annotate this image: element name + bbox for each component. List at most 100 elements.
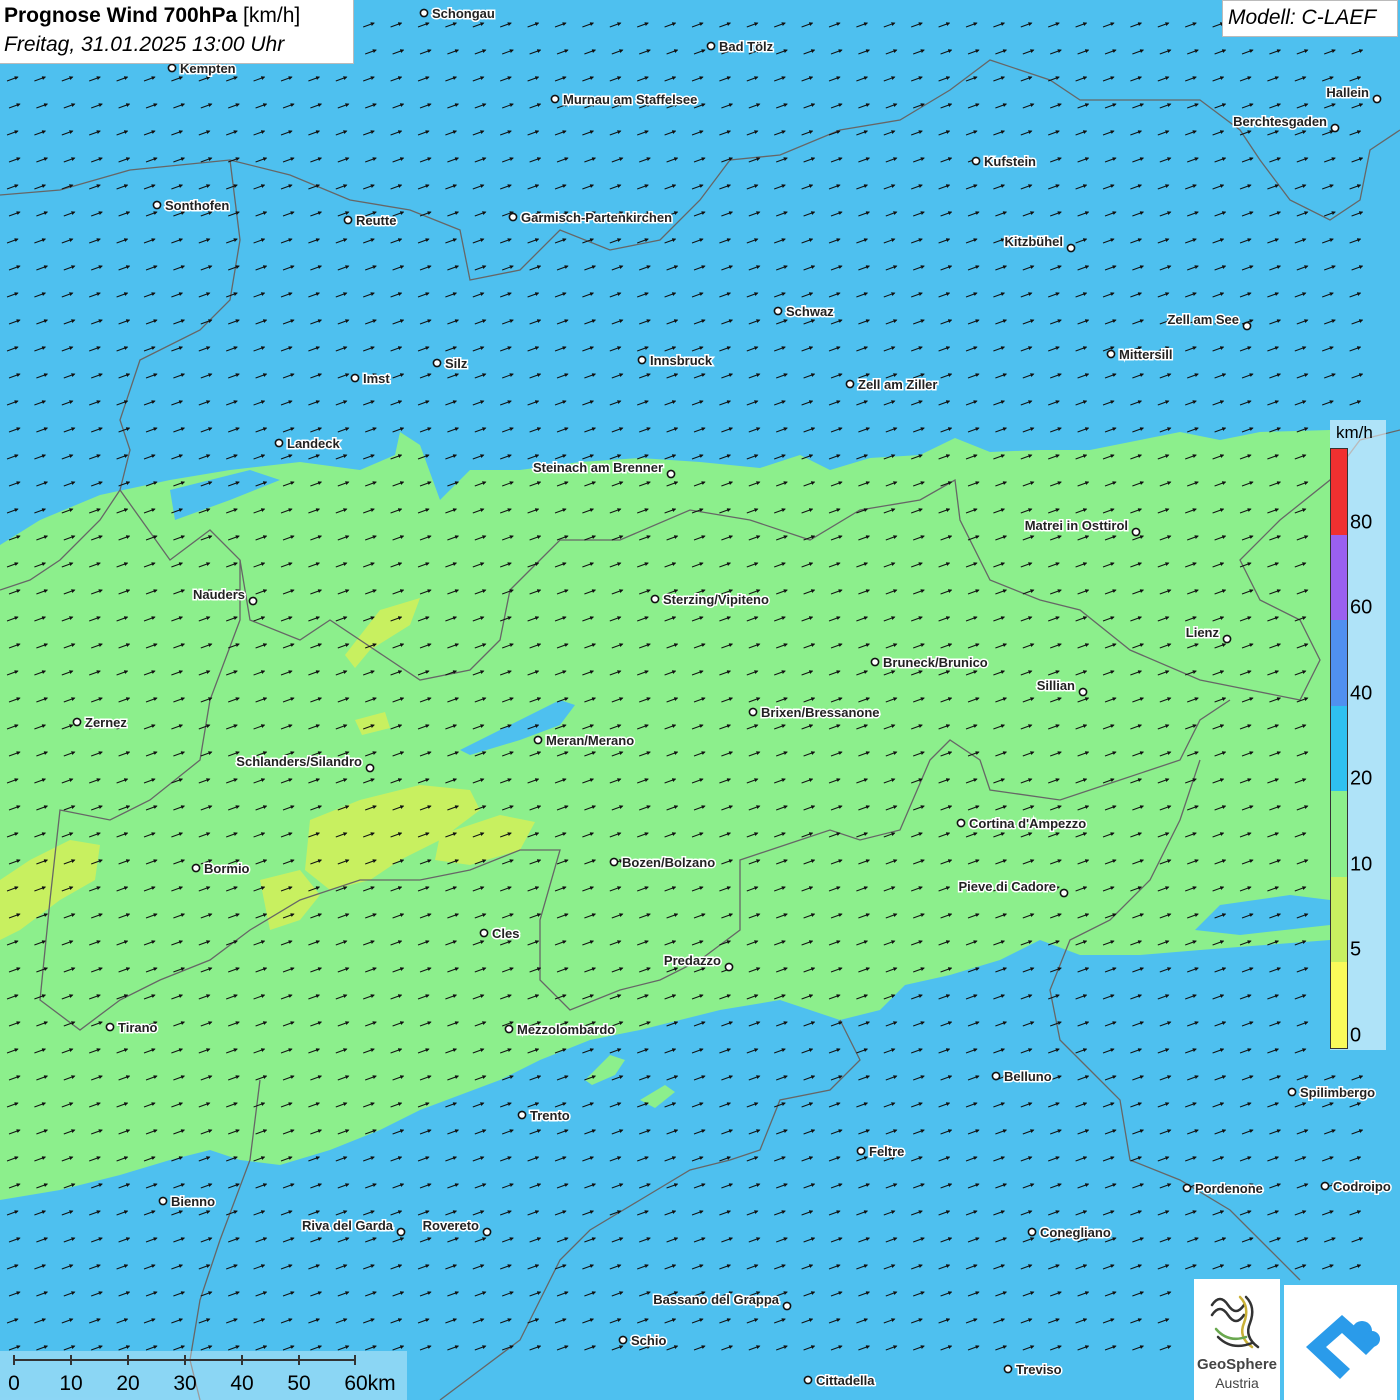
legend-swatch bbox=[1331, 962, 1347, 1048]
legend-tick-label: 80 bbox=[1350, 511, 1373, 534]
city-marker[interactable]: Riva del Garda bbox=[300, 1217, 406, 1237]
city-dot-icon bbox=[856, 1146, 866, 1156]
scale-label: 40 bbox=[230, 1372, 254, 1395]
city-label: Cittadella bbox=[816, 1373, 875, 1388]
city-marker[interactable]: Cortina d'Ampezzo bbox=[956, 815, 1088, 833]
city-marker[interactable]: Mezzolombardo bbox=[504, 1021, 617, 1039]
city-label: Cles bbox=[492, 926, 519, 941]
city-dot-icon bbox=[773, 306, 783, 316]
color-legend: km/h 0 5 10 20 40 60 80 bbox=[1330, 420, 1386, 1050]
city-dot-icon bbox=[666, 469, 676, 479]
city-marker[interactable]: Steinach am Brenner bbox=[531, 459, 676, 479]
city-dot-icon bbox=[105, 1022, 115, 1032]
city-dot-icon bbox=[1131, 527, 1141, 537]
city-label: Bozen/Bolzano bbox=[622, 855, 715, 870]
city-label: Mezzolombardo bbox=[517, 1022, 615, 1037]
city-dot-icon bbox=[748, 707, 758, 717]
city-dot-icon bbox=[158, 1196, 168, 1206]
city-marker[interactable]: Bozen/Bolzano bbox=[609, 854, 717, 872]
city-label: Bassano del Grappa bbox=[653, 1292, 779, 1307]
city-dot-icon bbox=[482, 1227, 492, 1237]
city-dot-icon bbox=[1078, 687, 1088, 697]
city-label: Feltre bbox=[869, 1144, 904, 1159]
city-dot-icon bbox=[191, 863, 201, 873]
city-dot-icon bbox=[504, 1024, 514, 1034]
city-label: Trento bbox=[530, 1108, 570, 1123]
legend-tick-label: 60 bbox=[1350, 596, 1373, 619]
city-label: Bienno bbox=[171, 1194, 215, 1209]
city-label: Schio bbox=[631, 1333, 666, 1348]
city-marker[interactable]: Murnau am Staffelsee bbox=[550, 91, 699, 109]
city-dot-icon bbox=[274, 438, 284, 448]
city-label: Schlanders/Silandro bbox=[236, 754, 362, 769]
city-dot-icon bbox=[1242, 321, 1252, 331]
city-label: Zell am See bbox=[1167, 312, 1239, 327]
city-label: Sterzing/Vipiteno bbox=[663, 592, 769, 607]
city-label: Murnau am Staffelsee bbox=[563, 92, 697, 107]
city-dot-icon bbox=[550, 94, 560, 104]
city-marker[interactable]: Pordenone bbox=[1182, 1180, 1264, 1198]
legend-swatch bbox=[1331, 791, 1347, 877]
city-label: Kufstein bbox=[984, 154, 1036, 169]
city-marker[interactable]: Conegliano bbox=[1027, 1224, 1112, 1242]
city-label: Zernez bbox=[85, 715, 127, 730]
city-dot-icon bbox=[508, 212, 518, 222]
city-marker[interactable]: Pieve di Cadore bbox=[957, 878, 1069, 898]
city-marker[interactable]: Schlanders/Silandro bbox=[235, 753, 375, 773]
scale-bar: 0 10 20 30 40 50 60km bbox=[0, 1351, 407, 1400]
city-marker[interactable]: Sonthofen bbox=[152, 197, 231, 215]
legend-tick-label: 10 bbox=[1350, 853, 1373, 876]
city-dot-icon bbox=[396, 1227, 406, 1237]
wind-map: Schongau Bad Tölz Kempten Murnau am Staffel… bbox=[0, 0, 1400, 1400]
city-marker[interactable]: Schongau bbox=[419, 5, 496, 23]
city-label: Schongau bbox=[432, 6, 495, 21]
city-label: Riva del Garda bbox=[302, 1218, 394, 1233]
city-label: Belluno bbox=[1004, 1069, 1052, 1084]
city-dot-icon bbox=[1027, 1227, 1037, 1237]
city-label: Treviso bbox=[1016, 1362, 1062, 1377]
city-marker[interactable]: Berchtesgaden bbox=[1232, 113, 1340, 133]
legend-tick-label: 5 bbox=[1350, 938, 1362, 961]
map-title: Prognose Wind 700hPa [km/h] bbox=[4, 4, 300, 28]
scale-label: 60km bbox=[344, 1372, 396, 1395]
model-box: Modell: C-LAEF bbox=[1222, 0, 1398, 37]
legend-swatch bbox=[1331, 449, 1347, 535]
city-dot-icon bbox=[72, 717, 82, 727]
city-marker[interactable]: Spilimbergo bbox=[1287, 1084, 1377, 1102]
city-marker[interactable]: Garmisch-Partenkirchen bbox=[508, 209, 674, 227]
geosphere-country: Austria bbox=[1215, 1375, 1259, 1391]
scale-label: 0 bbox=[8, 1372, 20, 1395]
city-label: Codroipo bbox=[1333, 1179, 1391, 1194]
city-marker[interactable]: Brixen/Bressanone bbox=[748, 704, 881, 722]
city-dot-icon bbox=[1003, 1364, 1013, 1374]
city-marker[interactable]: Bruneck/Brunico bbox=[870, 654, 989, 672]
city-label: Landeck bbox=[287, 436, 341, 451]
city-marker[interactable]: Cittadella bbox=[803, 1372, 877, 1390]
city-label: Meran/Merano bbox=[546, 733, 634, 748]
forecast-datetime: Freitag, 31.01.2025 13:00 Uhr bbox=[4, 33, 285, 56]
legend-swatch bbox=[1331, 534, 1347, 621]
city-marker[interactable]: Innsbruck bbox=[637, 352, 714, 370]
city-marker[interactable]: Matrei in Osttirol bbox=[1023, 517, 1141, 537]
geosphere-logo[interactable]: GeoSphere Austria bbox=[1194, 1279, 1280, 1400]
city-dot-icon bbox=[479, 928, 489, 938]
city-marker[interactable]: Zell am See bbox=[1166, 311, 1252, 331]
city-dot-icon bbox=[1222, 634, 1232, 644]
city-dot-icon bbox=[365, 763, 375, 773]
city-label: Matrei in Osttirol bbox=[1025, 518, 1128, 533]
city-marker[interactable]: Meran/Merano bbox=[533, 732, 636, 750]
city-marker[interactable]: Sterzing/Vipiteno bbox=[650, 591, 770, 609]
city-dot-icon bbox=[1287, 1087, 1297, 1097]
city-marker[interactable]: Bassano del Grappa bbox=[652, 1291, 792, 1311]
map-canvas: SchongauBad TölzKemptenMurnau am Staffel… bbox=[0, 0, 1400, 1400]
scale-label: 10 bbox=[59, 1372, 83, 1395]
city-marker[interactable]: Zell am Ziller bbox=[845, 376, 939, 394]
weather-app-icon bbox=[1306, 1315, 1380, 1379]
app-logo[interactable] bbox=[1284, 1285, 1397, 1400]
city-dot-icon bbox=[637, 355, 647, 365]
city-label: Rovereto bbox=[423, 1218, 479, 1233]
scale-label: 20 bbox=[116, 1372, 140, 1395]
legend-tick-label: 40 bbox=[1350, 682, 1373, 705]
city-label: Steinach am Brenner bbox=[533, 460, 663, 475]
city-dot-icon bbox=[1106, 349, 1116, 359]
